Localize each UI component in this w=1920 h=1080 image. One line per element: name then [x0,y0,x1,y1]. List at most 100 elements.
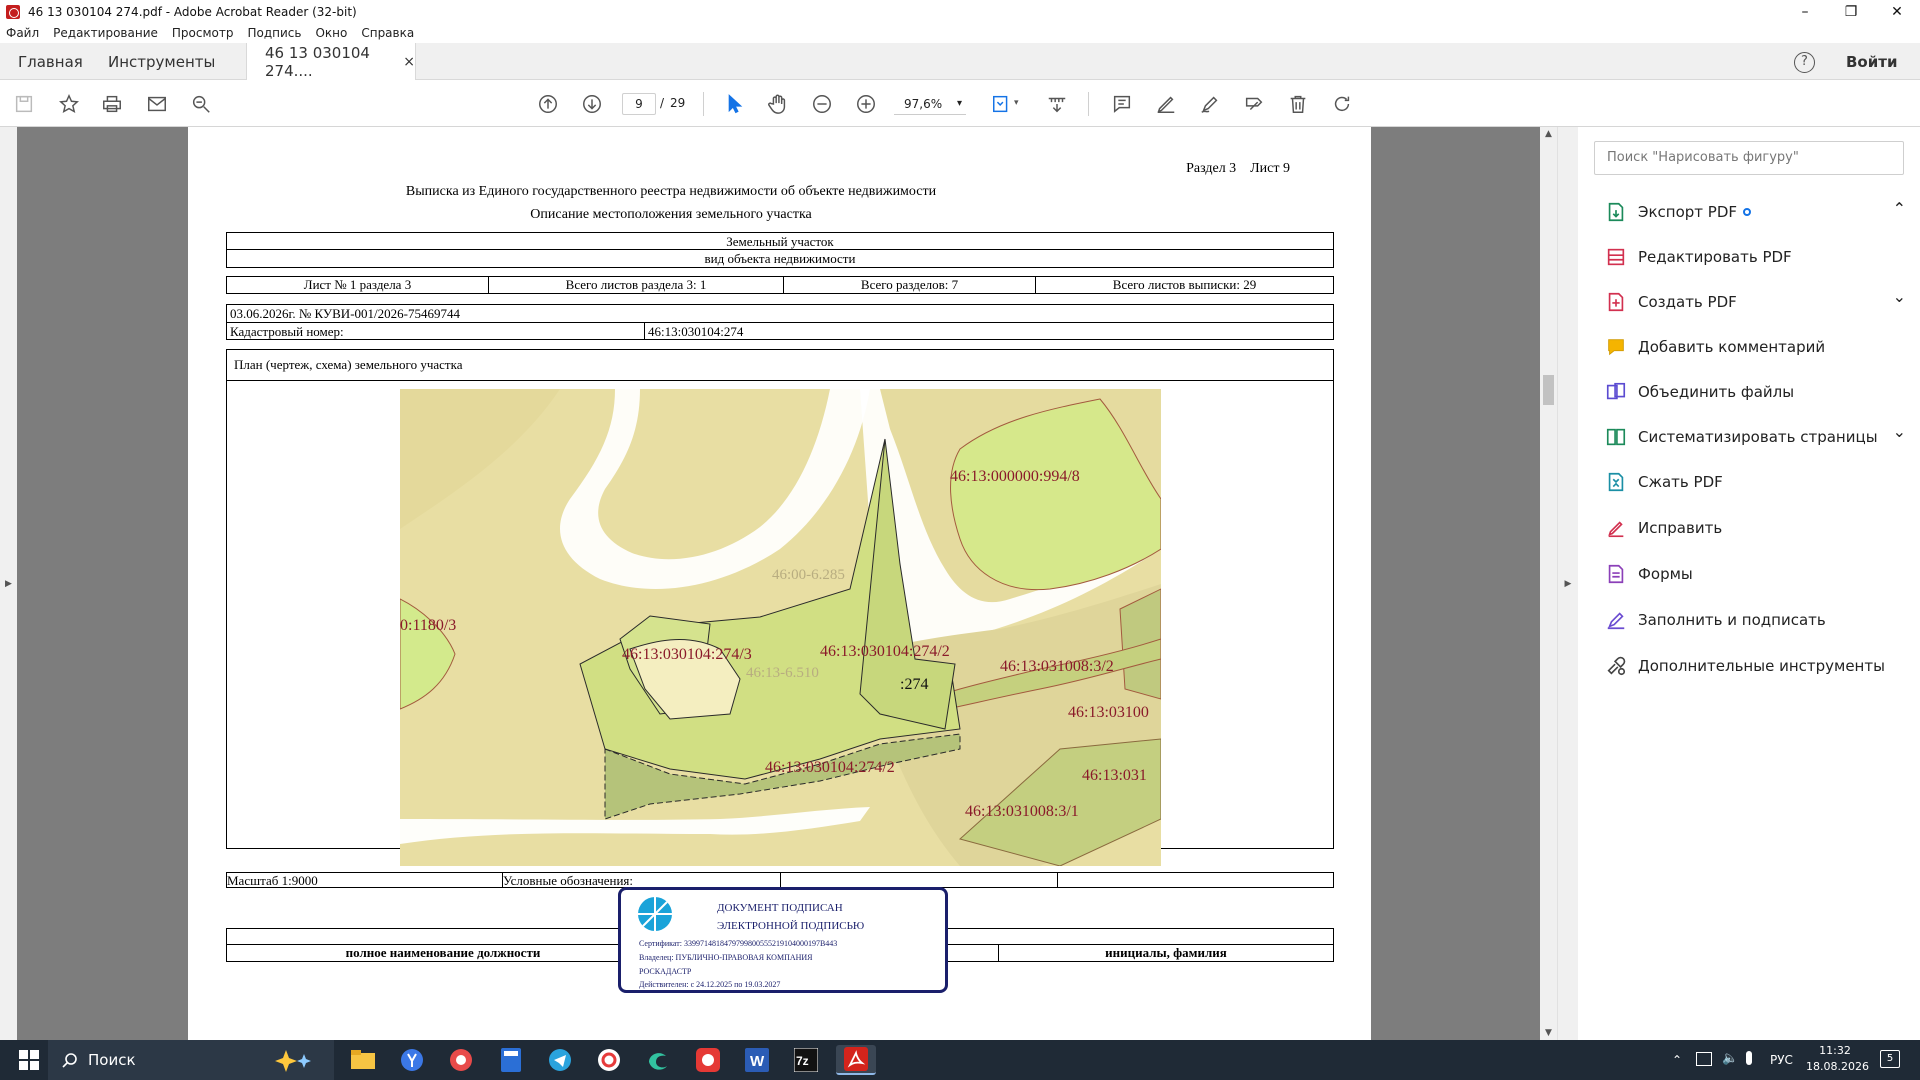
clock[interactable]: 11:32 18.08.2026 [1806,1043,1869,1075]
svg-text:7z: 7z [796,1054,809,1068]
object-type-box: Земельный участок вид объекта недвижимос… [226,232,1334,268]
scroll-mode-icon[interactable] [1043,90,1071,118]
page-down-icon[interactable] [578,90,606,118]
left-panel-toggle[interactable]: ▶ [0,127,17,1040]
tab-tools[interactable]: Инструменты [108,43,215,80]
taskbar-search[interactable]: Поиск [48,1040,334,1080]
menu-edit[interactable]: Редактирование [53,26,158,40]
menu-help[interactable]: Справка [361,26,414,40]
signin-button[interactable]: Войти [1846,43,1897,80]
edit-pdf-icon [1604,245,1628,269]
volume-icon[interactable]: 🔈 [1722,1051,1738,1066]
tool-combine-files[interactable]: Объединить файлы [1604,377,1914,407]
notifications-icon[interactable]: 5 [1880,1050,1900,1068]
sign-pen-icon[interactable] [1196,90,1224,118]
more-tools-icon [1604,654,1628,678]
tray-chevron-icon[interactable]: ⌃ [1672,1053,1682,1067]
taskbar: Поиск W 7z ⌃ 🔈 РУС 11:32 18.08.2026 5 [0,1040,1920,1080]
telegram-icon[interactable] [545,1045,575,1075]
close-button[interactable]: ✕ [1874,0,1920,23]
cadastral-label: Кадастровый номер: [227,323,645,340]
zoom-in-icon[interactable] [852,90,880,118]
map-label-274-2-bottom: 46:13:030104:274/2 [765,759,895,776]
scroll-down-icon[interactable]: ▼ [1540,1028,1557,1038]
scroll-up-icon[interactable]: ▲ [1540,129,1557,139]
menu-sign[interactable]: Подпись [247,26,301,40]
info-dot-icon [1743,208,1752,216]
app-c-icon[interactable] [594,1045,624,1075]
stamp-validity: Действителен: с 24.12.2025 по 19.03.2027 [639,980,781,989]
tab-document[interactable]: 46 13 030104 274.... × [246,43,416,80]
plan-title: План (чертеж, схема) земельного участка [227,350,1333,381]
tool-more-tools[interactable]: Дополнительные инструменты [1604,651,1914,681]
rotate-icon[interactable] [1328,90,1356,118]
tool-compress-pdf[interactable]: Сжать PDF [1604,467,1914,497]
tool-add-comment[interactable]: Добавить комментарий [1604,332,1914,362]
search-zoom-icon[interactable] [187,90,215,118]
acrobat-taskbar-icon[interactable] [836,1045,876,1075]
minimize-button[interactable]: – [1782,0,1828,23]
app-red-icon[interactable] [693,1045,723,1075]
stamp-certificate: Сертификат: 3399714818479799800555219104… [639,939,838,948]
network-icon[interactable] [1696,1052,1712,1066]
menu-view[interactable]: Просмотр [172,26,234,40]
language-indicator[interactable]: РУС [1770,1053,1793,1067]
bookmark-star-icon[interactable] [55,90,83,118]
fit-dropdown-icon[interactable]: ▾ [1014,98,1019,108]
tool-redact[interactable]: Исправить [1604,513,1914,543]
hand-tool-icon[interactable] [764,90,792,118]
word-icon[interactable]: W [742,1045,772,1075]
clock-time: 11:32 [1819,1044,1851,1057]
tab-bar: Главная Инструменты 46 13 030104 274....… [0,43,1920,80]
map-label-6-510: 46:13-6.510 [746,665,819,681]
email-icon[interactable] [143,90,171,118]
tab-home[interactable]: Главная [18,43,83,80]
menu-window[interactable]: Окно [315,26,347,40]
windows-start-icon[interactable] [14,1045,44,1075]
help-icon[interactable]: ? [1794,52,1815,73]
microphone-icon[interactable] [1746,1051,1752,1065]
tool-forms[interactable]: Формы [1604,559,1914,589]
scrollbar-thumb[interactable] [1543,375,1554,405]
tab-close-icon[interactable]: × [403,54,415,70]
save-icon[interactable] [10,90,38,118]
comment-tool-icon [1604,335,1628,359]
page-up-icon[interactable] [534,90,562,118]
tool-label: Заполнить и подписать [1638,611,1826,629]
delete-icon[interactable] [1284,90,1312,118]
tool-fill-sign[interactable]: Заполнить и подписать [1604,605,1914,635]
fit-page-icon[interactable] [988,90,1016,118]
stamp-owner-name: РОСКАДАСТР [639,967,692,976]
chrome-like-icon[interactable] [446,1045,476,1075]
create-pdf-icon [1604,290,1628,314]
yandex-browser-icon[interactable] [397,1045,427,1075]
calculator-icon[interactable] [496,1045,526,1075]
chevron-down-icon[interactable]: ⌄ [1893,422,1906,441]
file-explorer-icon[interactable] [348,1045,378,1075]
menu-file[interactable]: Файл [6,26,39,40]
tool-organize-pages[interactable]: Систематизировать страницы ⌄ [1604,422,1914,452]
edge-like-icon[interactable] [643,1045,673,1075]
zoom-out-icon[interactable] [808,90,836,118]
tool-create-pdf[interactable]: Создать PDF ⌄ [1604,287,1914,317]
fill-sign-icon[interactable] [1240,90,1268,118]
tools-search-input[interactable]: Поиск "Нарисовать фигуру" [1594,141,1904,175]
chevron-up-icon[interactable]: ⌃ [1893,199,1906,218]
7zip-icon[interactable]: 7z [791,1045,821,1075]
toolbar-divider [1088,92,1089,116]
right-panel-toggle[interactable]: ▶ [1557,127,1578,1040]
highlight-pen-icon[interactable] [1152,90,1180,118]
select-cursor-icon[interactable] [720,90,748,118]
zoom-level-select[interactable]: 97,6% ▾ [894,93,966,115]
comment-icon[interactable] [1108,90,1136,118]
tool-export-pdf[interactable]: Экспорт PDF ⌃ [1604,197,1914,227]
object-type: Земельный участок [227,233,1333,250]
tool-label: Исправить [1638,519,1723,537]
page-number-input[interactable]: 9 [622,93,656,115]
tool-edit-pdf[interactable]: Редактировать PDF [1604,242,1914,272]
restore-button[interactable]: ❐ [1828,0,1874,23]
chevron-down-icon[interactable]: ⌄ [1893,287,1906,306]
document-scrollbar[interactable]: ▲ ▼ [1540,127,1557,1040]
print-icon[interactable] [98,90,126,118]
forms-icon [1604,562,1628,586]
